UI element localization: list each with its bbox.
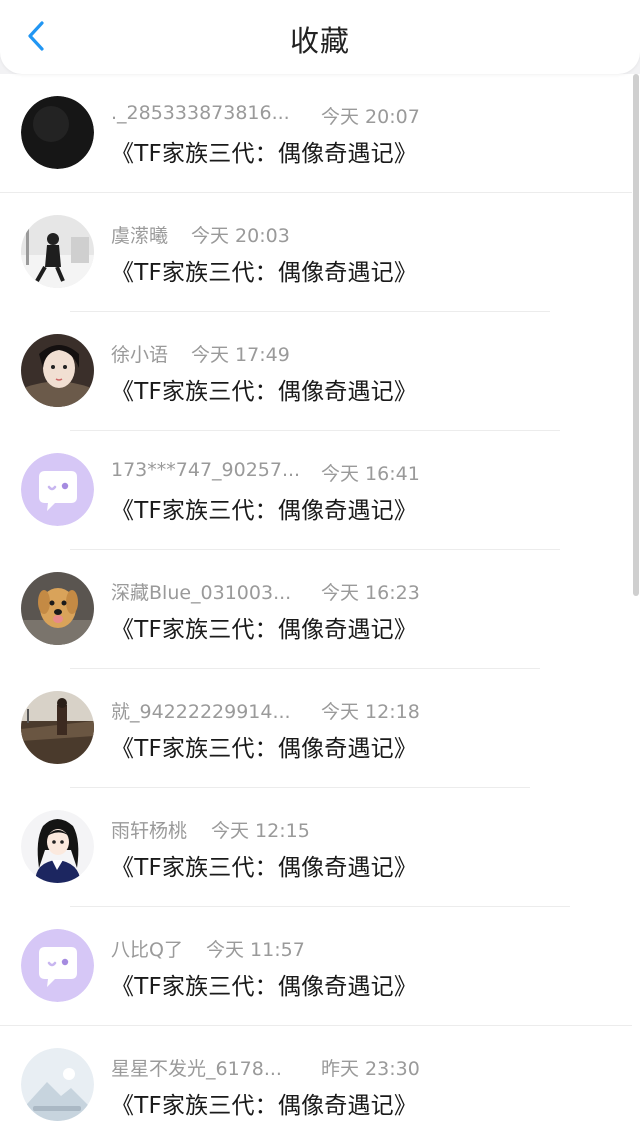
avatar[interactable]: [21, 334, 94, 407]
avatar[interactable]: [21, 810, 94, 883]
page-title: 收藏: [289, 24, 350, 58]
list-item[interactable]: 雨轩杨桃 今天 12:15 《TF家族三代：偶像奇遇记》: [0, 788, 632, 907]
chat-bubble-icon: [21, 453, 94, 526]
avatar[interactable]: [21, 929, 94, 1002]
list-item[interactable]: 深藏Blue_031003... 今天 16:23 《TF家族三代：偶像奇遇记》: [0, 550, 632, 669]
list-item[interactable]: 徐小语 今天 17:49 《TF家族三代：偶像奇遇记》: [0, 312, 632, 431]
username[interactable]: 虞潆曦: [111, 221, 168, 248]
timestamp: 今天 16:23: [321, 582, 420, 604]
avatar[interactable]: [21, 453, 94, 526]
list-item[interactable]: 星星不发光_6178... 昨天 23:30 《TF家族三代：偶像奇遇记》: [0, 1026, 632, 1145]
favorite-title[interactable]: 《TF家族三代：偶像奇遇记》: [111, 967, 417, 1001]
username[interactable]: 八比Q了: [111, 935, 183, 962]
favorite-title[interactable]: 《TF家族三代：偶像奇遇记》: [111, 848, 417, 882]
username[interactable]: 就_94222229914...: [111, 697, 291, 724]
favorite-title[interactable]: 《TF家族三代：偶像奇遇记》: [111, 134, 417, 168]
username[interactable]: 徐小语: [111, 340, 168, 367]
avatar[interactable]: [21, 96, 94, 169]
chat-bubble-icon: [21, 929, 94, 1002]
avatar[interactable]: [21, 572, 94, 645]
timestamp: 今天 11:57: [206, 939, 305, 961]
username[interactable]: ._285333873816...: [111, 102, 290, 124]
avatar[interactable]: [21, 215, 94, 288]
username[interactable]: 雨轩杨桃: [111, 816, 187, 843]
scrollbar[interactable]: [633, 74, 639, 596]
favorite-title[interactable]: 《TF家族三代：偶像奇遇记》: [111, 729, 417, 763]
timestamp: 今天 12:15: [211, 820, 310, 842]
list-item[interactable]: ._285333873816... 今天 20:07 《TF家族三代：偶像奇遇记…: [0, 74, 632, 193]
username[interactable]: 深藏Blue_031003...: [111, 578, 291, 605]
list-item[interactable]: 就_94222229914... 今天 12:18 《TF家族三代：偶像奇遇记》: [0, 669, 632, 788]
avatar[interactable]: [21, 691, 94, 764]
favorite-title[interactable]: 《TF家族三代：偶像奇遇记》: [111, 253, 417, 287]
timestamp: 昨天 23:30: [321, 1058, 420, 1080]
list-item[interactable]: 八比Q了 今天 11:57 《TF家族三代：偶像奇遇记》: [0, 907, 632, 1026]
favorite-title[interactable]: 《TF家族三代：偶像奇遇记》: [111, 1086, 417, 1120]
favorite-title[interactable]: 《TF家族三代：偶像奇遇记》: [111, 491, 417, 525]
timestamp: 今天 20:03: [191, 225, 290, 247]
timestamp: 今天 12:18: [321, 701, 420, 723]
avatar[interactable]: [21, 1048, 94, 1121]
timestamp: 今天 16:41: [321, 463, 420, 485]
list-item[interactable]: 173***747_90257... 今天 16:41 《TF家族三代：偶像奇遇…: [0, 431, 632, 550]
list-item[interactable]: 虞潆曦 今天 20:03 《TF家族三代：偶像奇遇记》: [0, 193, 632, 312]
top-bar: 收藏: [0, 0, 640, 74]
timestamp: 今天 17:49: [191, 344, 290, 366]
favorite-title[interactable]: 《TF家族三代：偶像奇遇记》: [111, 610, 417, 644]
favorite-title[interactable]: 《TF家族三代：偶像奇遇记》: [111, 372, 417, 406]
username[interactable]: 173***747_90257...: [111, 459, 300, 481]
image-placeholder-icon: [21, 1048, 94, 1121]
timestamp: 今天 20:07: [321, 106, 420, 128]
favorites-list[interactable]: ._285333873816... 今天 20:07 《TF家族三代：偶像奇遇记…: [0, 74, 640, 1147]
username[interactable]: 星星不发光_6178...: [111, 1054, 282, 1081]
